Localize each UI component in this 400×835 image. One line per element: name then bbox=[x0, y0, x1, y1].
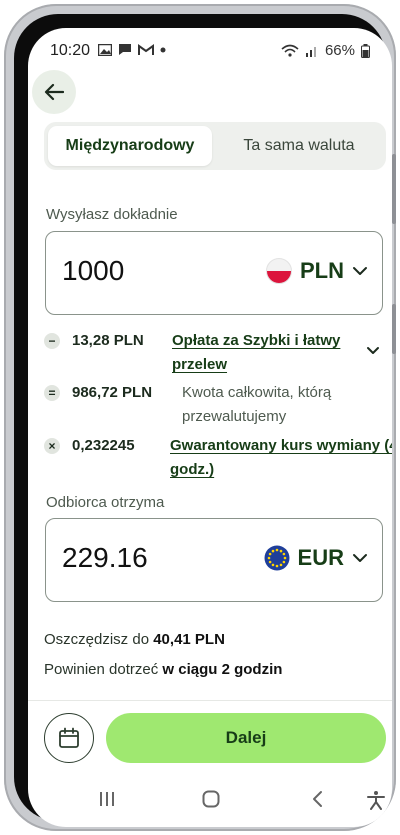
more-notifications-icon bbox=[160, 47, 166, 52]
phone-frame: 10:20 66% Międzynarodowy Ta sama waluta … bbox=[4, 4, 396, 831]
battery-percent: 66% bbox=[324, 42, 355, 59]
back-nav-icon[interactable] bbox=[310, 790, 324, 808]
eu-flag-icon bbox=[264, 545, 290, 571]
volume-button bbox=[392, 154, 396, 224]
battery-icon bbox=[361, 43, 370, 58]
converted-amount: 986,72 PLN bbox=[72, 384, 153, 401]
wifi-icon bbox=[281, 44, 299, 57]
times-icon: × bbox=[44, 438, 60, 454]
eta-value: w ciągu 2 godzin bbox=[162, 661, 283, 678]
equals-icon: = bbox=[44, 385, 60, 401]
fee-row: − 13,28 PLN Opłata za Szybki i łatwy prz… bbox=[44, 332, 384, 383]
phone-bezel: 10:20 66% Międzynarodowy Ta sama waluta … bbox=[14, 14, 392, 827]
gallery-icon bbox=[98, 43, 112, 56]
system-nav-bar bbox=[28, 776, 392, 826]
receive-label: Odbiorca otrzyma bbox=[46, 494, 165, 511]
exchange-rate: 0,232245 bbox=[72, 437, 135, 454]
calendar-icon bbox=[59, 727, 79, 748]
recent-apps-icon[interactable] bbox=[98, 790, 116, 808]
savings-note: Oszczędzisz do 40,41 PLN bbox=[44, 631, 225, 648]
gmail-icon bbox=[138, 43, 154, 55]
savings-prefix: Oszczędzisz do bbox=[44, 631, 150, 648]
arrow-left-icon bbox=[44, 83, 64, 101]
converted-total-row: = 986,72 PLN Kwota całkowita, którą prze… bbox=[44, 384, 384, 435]
fee-details-link[interactable]: Opłata za Szybki i łatwy przelew bbox=[172, 329, 356, 377]
power-button bbox=[392, 304, 396, 354]
signal-icon bbox=[305, 47, 316, 57]
notification-icons bbox=[98, 43, 166, 56]
chevron-down-icon bbox=[353, 267, 367, 275]
receive-currency-code: EUR bbox=[297, 545, 344, 570]
message-icon bbox=[119, 44, 131, 55]
transfer-type-tabs: Międzynarodowy Ta sama waluta bbox=[44, 122, 386, 170]
receive-amount-field[interactable]: 229.16 EUR bbox=[45, 518, 383, 602]
next-button[interactable]: Dalej bbox=[106, 713, 386, 763]
eta-prefix: Powinien dotrzeć bbox=[44, 661, 159, 678]
footer-divider bbox=[28, 700, 392, 701]
tab-same-currency[interactable]: Ta sama waluta bbox=[214, 126, 384, 166]
receive-amount-value[interactable]: 229.16 bbox=[62, 542, 148, 574]
send-amount-value[interactable]: 1000 bbox=[62, 255, 124, 287]
tab-international[interactable]: Międzynarodowy bbox=[48, 126, 212, 166]
accessibility-icon[interactable] bbox=[366, 790, 386, 810]
guaranteed-rate-link[interactable]: Gwarantowany kurs wymiany (4 godz.) bbox=[170, 434, 392, 482]
schedule-button[interactable] bbox=[44, 713, 94, 763]
status-time: 10:20 bbox=[50, 42, 91, 59]
chevron-down-icon bbox=[353, 554, 367, 562]
send-currency-code: PLN bbox=[300, 258, 344, 283]
eta-note: Powinien dotrzeć w ciągu 2 godzin bbox=[44, 661, 282, 678]
home-icon[interactable] bbox=[202, 790, 220, 808]
send-label: Wysyłasz dokładnie bbox=[46, 206, 178, 223]
status-right: 66% bbox=[281, 42, 370, 59]
screen: 10:20 66% Międzynarodowy Ta sama waluta … bbox=[28, 28, 392, 827]
minus-icon: − bbox=[44, 333, 60, 349]
expand-fees-icon[interactable] bbox=[366, 346, 380, 355]
send-currency-selector[interactable]: PLN bbox=[266, 258, 368, 284]
converted-description: Kwota całkowita, którą przewalutujemy bbox=[182, 384, 332, 425]
fee-amount: 13,28 PLN bbox=[72, 332, 144, 349]
status-bar: 10:20 66% bbox=[28, 28, 392, 72]
poland-flag-icon bbox=[266, 258, 292, 284]
savings-value: 40,41 PLN bbox=[153, 631, 225, 648]
back-button[interactable] bbox=[32, 70, 76, 114]
exchange-rate-row: × 0,232245 Gwarantowany kurs wymiany (4 … bbox=[44, 437, 392, 488]
send-amount-field[interactable]: 1000 PLN bbox=[45, 231, 383, 315]
receive-currency-selector[interactable]: EUR bbox=[264, 545, 368, 571]
